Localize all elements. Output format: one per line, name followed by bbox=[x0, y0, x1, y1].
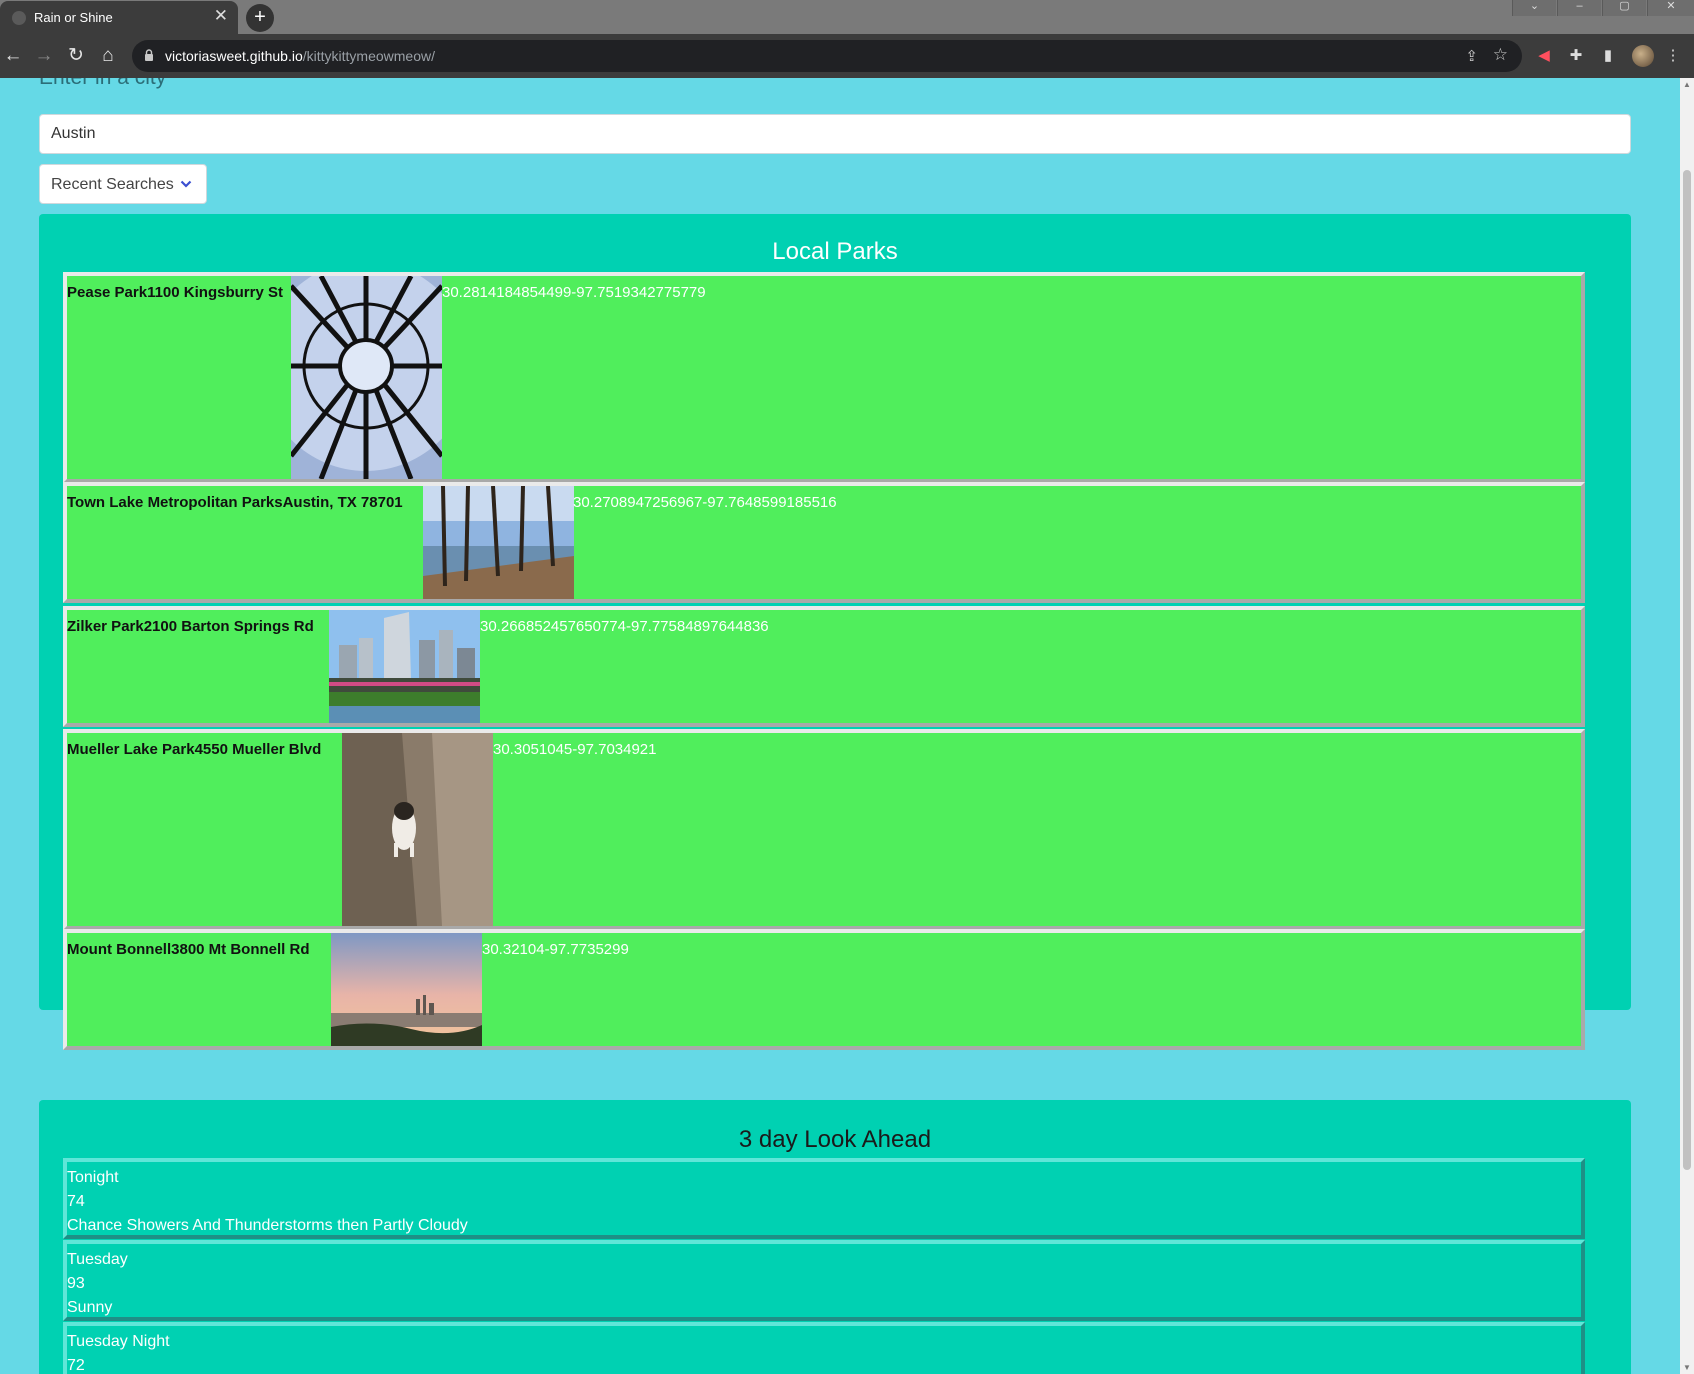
forecast-period: Tuesday bbox=[67, 1251, 128, 1268]
browser-toolbar: ← → ↻ ⌂ victoriasweet.github.io/kittykit… bbox=[0, 34, 1694, 78]
forecast-day-card: Tonight 74 Chance Showers And Thundersto… bbox=[63, 1158, 1585, 1239]
extension-record-icon[interactable]: ◀ bbox=[1534, 46, 1554, 66]
forecast-period: Tonight bbox=[67, 1169, 119, 1186]
park-name: Mueller Lake Park4550 Mueller Blvd bbox=[67, 741, 322, 758]
kebab-menu-icon[interactable]: ⋮ bbox=[1663, 46, 1683, 66]
browser-tab[interactable]: Rain or Shine ✕ bbox=[0, 1, 238, 34]
park-name: Town Lake Metropolitan ParksAustin, TX 7… bbox=[67, 494, 403, 511]
recent-searches-dropdown[interactable]: Recent Searches bbox=[39, 164, 207, 204]
skyline-bridge-photo bbox=[329, 610, 480, 723]
share-icon[interactable]: ⇪ bbox=[1465, 47, 1478, 65]
recent-searches-label: Recent Searches bbox=[51, 176, 174, 193]
close-tab-icon[interactable]: ✕ bbox=[214, 7, 228, 24]
park-card: Zilker Park2100 Barton Springs Rd 30.266… bbox=[63, 606, 1585, 727]
local-parks-title: Local Parks bbox=[772, 238, 898, 265]
home-icon[interactable]: ⌂ bbox=[96, 45, 120, 69]
park-card: Pease Park1100 Kingsburry St 30.28141848… bbox=[63, 272, 1585, 483]
park-coordinates: 30.3051045-97.7034921 bbox=[493, 741, 657, 758]
dog-tree-photo bbox=[342, 733, 493, 926]
forecast-title: 3 day Look Ahead bbox=[738, 1126, 932, 1153]
tab-title: Rain or Shine bbox=[34, 10, 113, 25]
browser-tab-strip: Rain or Shine ✕ + ⌄ – ▢ ✕ bbox=[0, 0, 1694, 34]
bookmark-star-icon[interactable]: ☆ bbox=[1493, 45, 1508, 65]
forecast-description: Sunny bbox=[67, 1299, 113, 1316]
page-viewport: Enter in a city Recent Searches Local Pa… bbox=[0, 78, 1680, 1374]
page-scrollbar[interactable]: ▲ ▼ bbox=[1680, 78, 1694, 1374]
new-tab-button[interactable]: + bbox=[246, 4, 274, 32]
reload-icon[interactable]: ↻ bbox=[64, 45, 88, 69]
address-bar[interactable]: victoriasweet.github.io/kittykittymeowme… bbox=[132, 40, 1522, 72]
extensions-puzzle-icon[interactable]: ✚ bbox=[1566, 46, 1586, 66]
park-name: Pease Park1100 Kingsburry St bbox=[67, 284, 283, 301]
scrollbar-thumb[interactable] bbox=[1683, 170, 1691, 1170]
globe-icon bbox=[12, 11, 26, 25]
park-name: Mount Bonnell3800 Mt Bonnell Rd bbox=[67, 941, 310, 958]
forward-arrow-icon[interactable]: → bbox=[32, 45, 56, 69]
forecast-day-card: Tuesday 93 Sunny bbox=[63, 1240, 1585, 1321]
forecast-temperature: 72 bbox=[67, 1357, 85, 1374]
sunset-city-photo bbox=[331, 933, 482, 1046]
url-path: /kittykittymeowmeow/ bbox=[302, 48, 435, 64]
tab-search-icon[interactable]: ⌄ bbox=[1512, 0, 1556, 16]
lakeside-trees-photo bbox=[423, 486, 574, 599]
forecast-temperature: 93 bbox=[67, 1275, 85, 1292]
park-coordinates: 30.2814184854499-97.7519342775779 bbox=[442, 284, 706, 301]
park-name: Zilker Park2100 Barton Springs Rd bbox=[67, 618, 314, 635]
url-text: victoriasweet.github.io/kittykittymeowme… bbox=[165, 48, 435, 64]
park-coordinates: 30.32104-97.7735299 bbox=[482, 941, 629, 958]
park-coordinates: 30.2708947256967-97.7648599185516 bbox=[573, 494, 837, 511]
minimize-icon[interactable]: – bbox=[1557, 0, 1601, 16]
city-prompt-label: Enter in a city bbox=[39, 78, 166, 90]
scroll-up-arrow-icon[interactable]: ▲ bbox=[1683, 80, 1691, 89]
glass-dome-photo bbox=[291, 276, 442, 479]
city-search-input[interactable] bbox=[39, 114, 1631, 154]
forecast-day-card: Tuesday Night 72 bbox=[63, 1322, 1585, 1374]
maximize-icon[interactable]: ▢ bbox=[1602, 0, 1646, 16]
forecast-period: Tuesday Night bbox=[67, 1333, 170, 1350]
profile-avatar[interactable] bbox=[1632, 45, 1654, 67]
side-panel-icon[interactable]: ▮ bbox=[1598, 46, 1618, 66]
back-arrow-icon[interactable]: ← bbox=[1, 45, 25, 69]
chevron-down-icon bbox=[180, 180, 192, 188]
park-card: Town Lake Metropolitan ParksAustin, TX 7… bbox=[63, 482, 1585, 603]
park-coordinates: 30.266852457650774-97.77584897644836 bbox=[480, 618, 769, 635]
scroll-down-arrow-icon[interactable]: ▼ bbox=[1683, 1363, 1691, 1372]
forecast-temperature: 74 bbox=[67, 1193, 85, 1210]
park-card: Mueller Lake Park4550 Mueller Blvd 30.30… bbox=[63, 729, 1585, 930]
lock-icon bbox=[145, 49, 153, 61]
forecast-description: Chance Showers And Thunderstorms then Pa… bbox=[67, 1217, 468, 1234]
close-window-icon[interactable]: ✕ bbox=[1647, 0, 1694, 16]
park-card: Mount Bonnell3800 Mt Bonnell Rd 30.32104… bbox=[63, 929, 1585, 1050]
url-host: victoriasweet.github.io bbox=[165, 48, 303, 64]
